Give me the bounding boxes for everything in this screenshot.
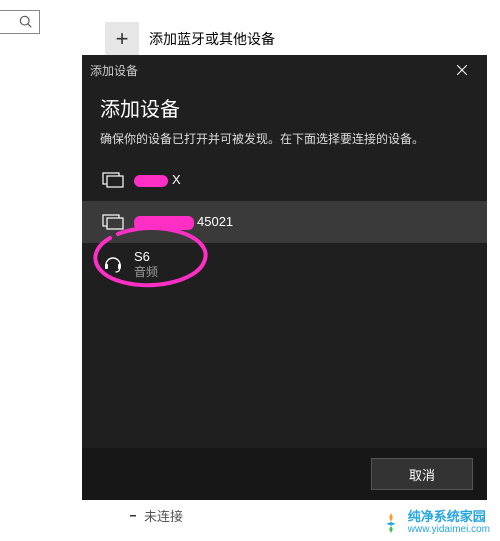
device-name: 45021: [134, 214, 233, 230]
close-icon: [457, 65, 467, 75]
dialog-heading: 添加设备: [100, 93, 469, 122]
redacted-text: [134, 216, 194, 230]
watermark-logo-icon: [380, 511, 402, 533]
device-item[interactable]: S6 音频: [100, 243, 469, 285]
redacted-text: [134, 175, 168, 187]
headset-icon: [102, 255, 124, 273]
add-device-label: 添加蓝牙或其他设备: [149, 29, 275, 49]
bullet-icon: [130, 513, 136, 519]
add-device-row[interactable]: + 添加蓝牙或其他设备: [105, 22, 275, 56]
device-status-row: 未连接: [130, 506, 183, 525]
status-text: 未连接: [144, 506, 183, 525]
device-item[interactable]: X: [100, 159, 469, 201]
display-icon: [102, 171, 124, 189]
dialog-titlebar: 添加设备: [82, 55, 487, 85]
device-item[interactable]: 45021: [82, 201, 487, 243]
settings-search[interactable]: [0, 10, 40, 34]
search-icon: [19, 15, 33, 29]
watermark-url: www.yidaimei.com: [408, 524, 490, 535]
cancel-button[interactable]: 取消: [371, 458, 473, 490]
watermark: 纯净系统家园 www.yidaimei.com: [380, 510, 490, 535]
add-device-dialog: 添加设备 添加设备 确保你的设备已打开并可被发现。在下面选择要连接的设备。 X …: [82, 55, 487, 500]
dialog-footer: 取消: [82, 448, 487, 500]
dialog-window-title: 添加设备: [90, 62, 138, 79]
dialog-subtitle: 确保你的设备已打开并可被发现。在下面选择要连接的设备。: [100, 130, 469, 147]
watermark-text: 纯净系统家园: [408, 510, 490, 524]
device-name: X: [134, 172, 181, 188]
device-name: S6: [134, 249, 158, 265]
plus-icon: +: [105, 22, 139, 56]
device-subtype: 音频: [134, 265, 158, 279]
display-icon: [102, 213, 124, 231]
dialog-close-button[interactable]: [445, 56, 479, 84]
